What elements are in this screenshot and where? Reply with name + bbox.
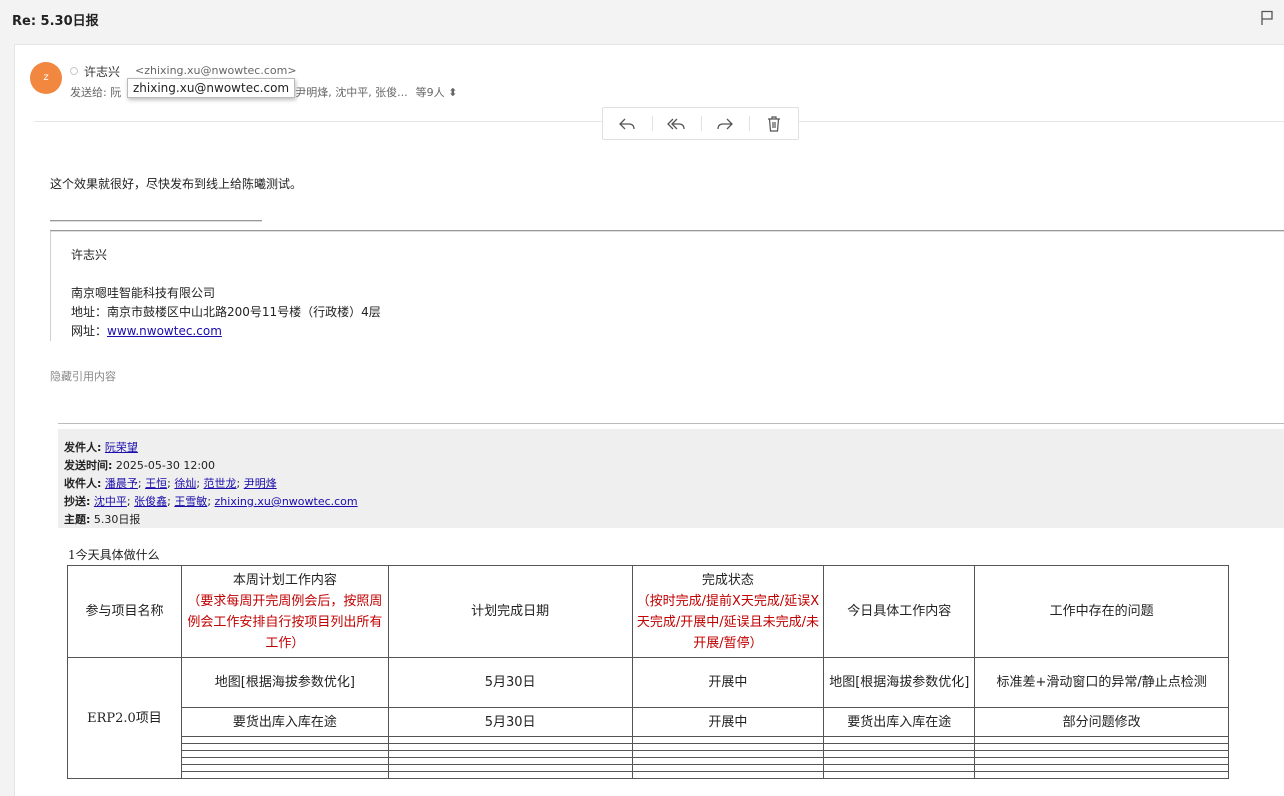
email-tooltip: zhixing.xu@nwowtec.com — [127, 78, 296, 98]
table-header-row: 参与项目名称 本周计划工作内容 （要求每周开完周例会后，按照周例会工作安排自行按项… — [67, 565, 1229, 658]
delete-icon — [767, 115, 780, 132]
quoted-sent: 发送时间: 2025-05-30 12:00 — [64, 459, 216, 472]
today-cell: 要货出库入库在途 — [823, 707, 976, 737]
delete-button[interactable] — [749, 108, 798, 139]
hidden-quote-toggle[interactable]: 隐藏引用内容 — [50, 368, 116, 384]
quote-divider — [58, 423, 1284, 424]
today-cell: 地图[根据海拔参数优化] — [823, 657, 976, 708]
empty-row — [68, 757, 1229, 765]
reply-all-button[interactable] — [651, 108, 701, 139]
empty-row — [68, 771, 1229, 779]
empty-row — [68, 736, 1229, 744]
header-plan-note: （要求每周开完周例会后，按照周例会工作安排自行按项目列出所有工作） — [187, 593, 383, 651]
signature-company: 南京嗯哇智能科技有限公司 — [71, 286, 216, 300]
daily-report-table: 参与项目名称 本周计划工作内容 （要求每周开完周例会后，按照周例会工作安排自行按项… — [67, 565, 1229, 779]
empty-row — [68, 750, 1229, 758]
date-cell: 5月30日 — [387, 657, 633, 708]
date-cell: 5月30日 — [387, 707, 633, 737]
quoted-cc: 抄送: 沈中平; 张俊鑫; 王雪敏; zhixing.xu@nwowtec.co… — [64, 495, 358, 508]
project-cell: ERP2.0项目 — [67, 657, 182, 779]
quoted-from: 发件人: 阮荣望 — [64, 441, 138, 454]
header-today: 今日具体工作内容 — [823, 565, 976, 658]
section-title: 1今天具体做什么 — [68, 548, 160, 562]
flag-icon[interactable] — [1260, 10, 1274, 26]
quoted-to: 收件人: 潘晨予; 王恒; 徐灿; 范世龙; 尹明烽 — [64, 477, 277, 490]
plan-cell: 地图[根据海拔参数优化] — [180, 657, 389, 708]
header-status: 完成状态 （按时完成/提前X天完成/延误X天完成/开展中/延误且未完成/未开展/暂… — [631, 565, 825, 658]
reply-icon — [619, 118, 636, 129]
signature-website-link[interactable]: www.nwowtec.com — [107, 324, 222, 338]
quoted-subject: 主题: 5.30日报 — [64, 513, 141, 526]
signature-box-top — [50, 230, 1284, 232]
issue-cell: 部分问题修改 — [974, 707, 1229, 737]
sender-email[interactable]: <zhixing.xu@nwowtec.com> — [135, 64, 297, 77]
empty-row — [68, 764, 1229, 772]
signature-website-line: 网址：www.nwowtec.com — [71, 322, 222, 339]
header-date: 计划完成日期 — [387, 565, 633, 658]
message-body-text: 这个效果就很好，尽快发布到线上给陈曦测试。 — [50, 177, 303, 191]
quoted-to-link[interactable]: 范世龙 — [204, 477, 237, 490]
quoted-to-link[interactable]: 王恒 — [145, 477, 167, 490]
presence-icon — [70, 67, 78, 75]
recipients-list: 龙, 尹明烽, 沈中平, 张俊... — [277, 86, 408, 99]
sender-name[interactable]: 许志兴 — [84, 63, 120, 80]
quoted-cc-link[interactable]: 沈中平 — [94, 495, 127, 508]
email-subject: Re: 5.30日报 — [12, 14, 99, 29]
title-bar: Re: 5.30日报 — [0, 0, 1284, 40]
quoted-from-link[interactable]: 阮荣望 — [105, 441, 138, 454]
recipients-label: 发送给: 阮 — [70, 86, 122, 99]
signature-box-border — [50, 231, 51, 341]
header-plan: 本周计划工作内容 （要求每周开完周例会后，按照周例会工作安排自行按项目列出所有工作… — [180, 565, 389, 658]
signature-address: 地址：南京市鼓楼区中山北路200号11号楼（行政楼）4层 — [71, 305, 381, 319]
quoted-to-link[interactable]: 尹明烽 — [244, 477, 277, 490]
quoted-to-link[interactable]: 潘晨予 — [105, 477, 138, 490]
table-row: ERP2.0项目 地图[根据海拔参数优化] 5月30日 开展中 地图[根据海拔参… — [67, 657, 1229, 779]
header-status-note: （按时完成/提前X天完成/延误X天完成/开展中/延误且未完成/未开展/暂停） — [636, 593, 820, 651]
reply-all-icon — [667, 118, 685, 129]
status-cell: 开展中 — [631, 657, 825, 708]
recipients-more-toggle[interactable]: 等9人 ⬍ — [416, 86, 458, 99]
signature-divider — [50, 220, 262, 222]
empty-row — [68, 743, 1229, 751]
forward-icon — [717, 118, 733, 129]
table-row: 要货出库入库在途 5月30日 开展中 要货出库入库在途 部分问题修改 — [68, 707, 1229, 737]
plan-cell: 要货出库入库在途 — [180, 707, 389, 737]
reply-button[interactable] — [603, 108, 652, 139]
signature-name: 许志兴 — [71, 248, 108, 262]
header-project: 参与项目名称 — [67, 565, 182, 658]
header-issues: 工作中存在的问题 — [974, 565, 1229, 658]
status-cell: 开展中 — [631, 707, 825, 737]
forward-button[interactable] — [700, 108, 750, 139]
quoted-cc-link[interactable]: 张俊鑫 — [134, 495, 167, 508]
signature-website-label: 网址： — [71, 324, 108, 338]
issue-cell: 标准差+滑动窗口的异常/静止点检测 — [974, 657, 1229, 708]
quoted-to-link[interactable]: 徐灿 — [174, 477, 196, 490]
message-actions-toolbar — [602, 107, 799, 140]
quoted-cc-link[interactable]: 王雪敏 — [174, 495, 207, 508]
sender-avatar: z — [30, 62, 62, 94]
quoted-cc-link[interactable]: zhixing.xu@nwowtec.com — [215, 495, 358, 508]
